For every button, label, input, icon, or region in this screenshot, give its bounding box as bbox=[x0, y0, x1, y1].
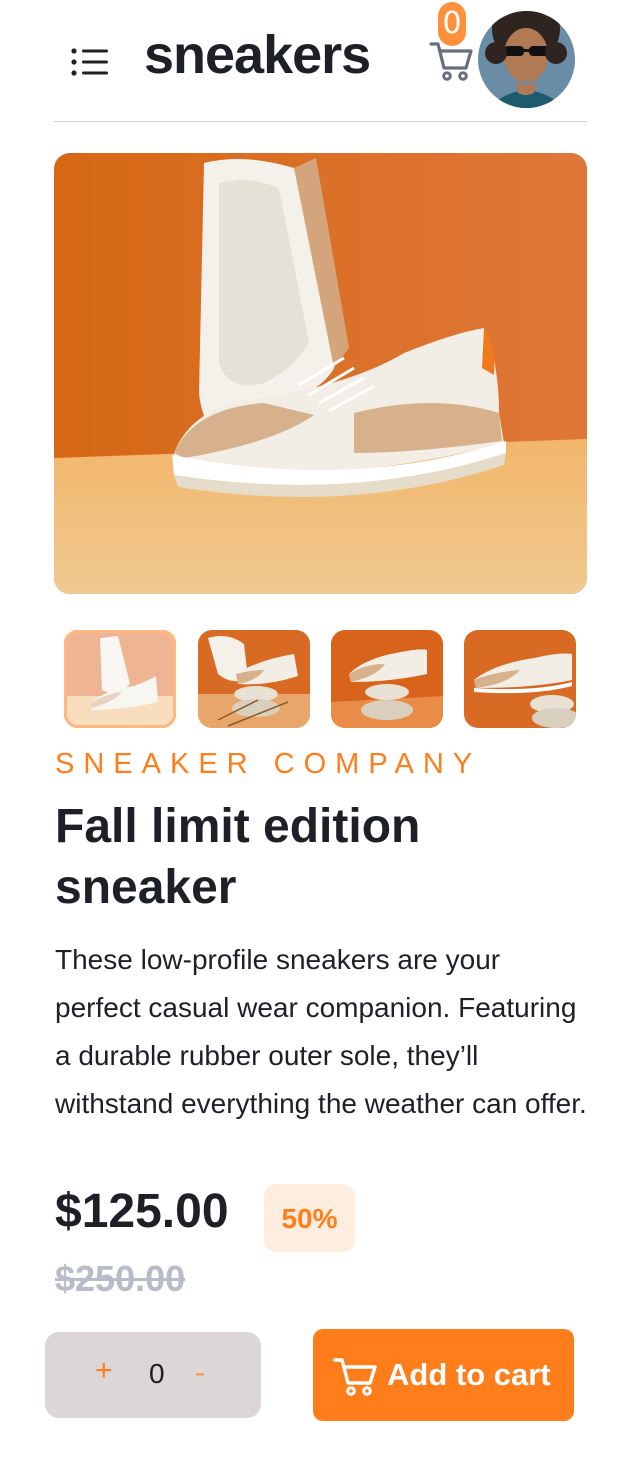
discount-badge: 50% bbox=[264, 1184, 355, 1252]
product-thumbnails bbox=[64, 630, 577, 730]
company-name: SNEAKER COMPANY bbox=[55, 748, 482, 780]
product-description: These low-profile sneakers are your perf… bbox=[55, 944, 587, 1119]
product-title: Fall limit edition sneaker bbox=[55, 800, 421, 914]
current-price: $125.00 bbox=[55, 1185, 229, 1238]
decrement-button[interactable]: - bbox=[195, 1356, 205, 1390]
thumbnail-1[interactable] bbox=[64, 630, 176, 728]
original-price: $250.00 bbox=[55, 1258, 186, 1299]
add-to-cart-button[interactable]: Add to cart bbox=[313, 1329, 574, 1421]
quantity-stepper: + 0 - bbox=[45, 1332, 261, 1418]
hamburger-menu-icon[interactable] bbox=[70, 44, 112, 80]
thumbnail-2[interactable] bbox=[198, 630, 310, 728]
thumbnail-3[interactable] bbox=[331, 630, 443, 728]
quantity-value: 0 bbox=[149, 1358, 165, 1389]
product-main-image[interactable] bbox=[54, 153, 587, 594]
user-avatar[interactable] bbox=[478, 11, 575, 108]
cart-count-badge: 0 bbox=[438, 2, 466, 46]
thumbnail-4[interactable] bbox=[464, 630, 576, 728]
top-nav: sneakers 0 bbox=[54, 0, 587, 122]
increment-button[interactable]: + bbox=[95, 1354, 113, 1388]
cart-icon bbox=[333, 1358, 377, 1396]
brand-logo[interactable]: sneakers bbox=[144, 28, 371, 82]
add-to-cart-label: Add to cart bbox=[387, 1357, 551, 1392]
